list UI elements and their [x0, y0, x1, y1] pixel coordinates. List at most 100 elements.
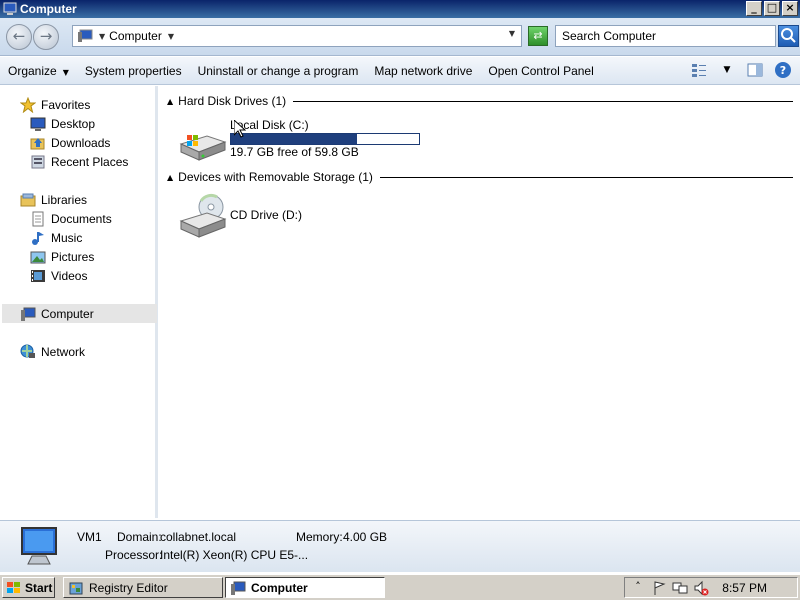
nav-music-label: Music	[51, 230, 83, 245]
breadcrumb-computer[interactable]: Computer	[109, 29, 162, 43]
computer-icon	[20, 306, 36, 322]
chevron-down-icon: ▼	[62, 67, 69, 77]
drive-d-item[interactable]: CD Drive (D:)	[171, 191, 371, 241]
group-divider	[293, 100, 793, 102]
nav-videos-label: Videos	[51, 268, 88, 283]
svg-text:?: ?	[780, 64, 786, 77]
mouse-cursor-icon	[234, 120, 246, 138]
taskbar-registry-editor-label: Registry Editor	[89, 580, 168, 595]
group-hard-disk-drives[interactable]: ▲ Hard Disk Drives (1)	[167, 93, 799, 109]
taskbar-computer[interactable]: Computer	[225, 577, 385, 598]
drive-d-label: CD Drive (D:)	[230, 208, 302, 222]
nav-libraries-label: Libraries	[41, 192, 88, 207]
address-row: ← → ▼ Computer ▼ ▼ ⇄ Search Computer	[0, 18, 800, 56]
show-hidden-icons-icon[interactable]: ˄	[630, 580, 646, 596]
downloads-folder-icon	[30, 135, 46, 151]
registry-editor-icon	[69, 582, 83, 594]
window-title: Computer	[20, 2, 77, 16]
pictures-icon	[30, 249, 46, 265]
libraries-icon	[20, 192, 36, 208]
breadcrumb-arrow-icon[interactable]: ▼	[99, 32, 105, 41]
nav-desktop-label: Desktop	[51, 116, 96, 131]
memory-label: Memory:	[296, 530, 343, 544]
drive-c-usage-fill	[231, 134, 357, 144]
nav-recent-places-label: Recent Places	[51, 154, 129, 169]
drive-c-item[interactable]: Local Disk (C:) 19.7 GB free of 59.8 GB	[171, 116, 441, 161]
computer-name: VM1	[77, 530, 102, 544]
window-title-bar[interactable]: Computer _ □ ×	[0, 0, 800, 18]
organize-label: Organize	[8, 63, 57, 78]
start-label: Start	[25, 580, 53, 595]
drive-c-free-space: 19.7 GB free of 59.8 GB	[230, 145, 359, 159]
minimize-button[interactable]: _	[746, 1, 762, 16]
search-icon[interactable]	[778, 25, 799, 47]
nav-network[interactable]: Network	[20, 342, 175, 361]
desktop-icon	[30, 116, 46, 132]
nav-documents-label: Documents	[51, 211, 112, 226]
collapse-icon[interactable]: ▲	[167, 173, 173, 182]
recent-places-icon	[30, 154, 46, 170]
documents-icon	[30, 211, 46, 227]
back-button[interactable]: ←	[6, 24, 32, 50]
processor-label: Processor:	[105, 548, 163, 562]
volume-muted-icon[interactable]	[693, 580, 709, 596]
close-button[interactable]: ×	[782, 1, 798, 16]
nav-favorites[interactable]: Favorites	[19, 95, 175, 114]
music-icon	[30, 230, 46, 246]
nav-computer[interactable]: Computer	[2, 304, 157, 323]
network-tray-icon[interactable]	[672, 580, 688, 596]
nav-pictures-label: Pictures	[51, 249, 95, 264]
nav-computer-label: Computer	[41, 306, 94, 321]
action-center-flag-icon[interactable]	[651, 580, 667, 596]
nav-network-label: Network	[41, 344, 86, 359]
collapse-icon[interactable]: ▲	[167, 97, 173, 106]
taskbar-computer-label: Computer	[251, 580, 308, 595]
computer-icon	[77, 29, 93, 43]
breadcrumb-chevron-icon[interactable]: ▼	[168, 32, 174, 41]
address-dropdown-icon[interactable]: ▼	[509, 29, 515, 38]
command-bar: Organize ▼ System properties Uninstall or…	[0, 57, 800, 85]
system-properties-button[interactable]: System properties	[77, 57, 190, 85]
help-icon[interactable]: ?	[774, 61, 792, 79]
content-pane: ▲ Hard Disk Drives (1) Local Disk (C:) 1…	[161, 86, 800, 518]
group-hard-disk-drives-label: Hard Disk Drives (1)	[178, 94, 287, 108]
chevron-down-icon[interactable]: ▼	[718, 61, 736, 79]
address-bar[interactable]: ▼ Computer ▼ ▼	[72, 25, 522, 47]
preview-pane-icon[interactable]	[746, 61, 764, 79]
computer-icon	[3, 2, 17, 16]
drive-c-usage-bar	[230, 133, 420, 145]
start-button[interactable]: Start	[2, 577, 55, 598]
network-icon	[20, 344, 36, 360]
open-control-panel-button[interactable]: Open Control Panel	[480, 57, 601, 85]
uninstall-program-button[interactable]: Uninstall or change a program	[190, 57, 367, 85]
computer-icon	[16, 526, 62, 568]
nav-libraries[interactable]: Libraries	[20, 190, 175, 209]
windows-logo-icon	[7, 581, 20, 593]
search-input[interactable]: Search Computer	[555, 25, 776, 47]
refresh-button[interactable]: ⇄	[528, 26, 548, 46]
nav-downloads-label: Downloads	[51, 135, 111, 150]
domain-label: Domain:	[117, 530, 162, 544]
taskbar-registry-editor[interactable]: Registry Editor	[63, 577, 223, 598]
videos-icon	[30, 268, 46, 284]
hard-drive-icon	[177, 122, 227, 167]
maximize-button[interactable]: □	[764, 1, 780, 16]
view-options-icon[interactable]	[690, 61, 708, 79]
taskbar: Start Registry Editor Computer ˄ 8:57 PM	[0, 574, 800, 600]
forward-button[interactable]: →	[33, 24, 59, 50]
details-pane: VM1 Domain: collabnet.local Memory: 4.00…	[0, 520, 800, 572]
organize-menu[interactable]: Organize ▼	[0, 57, 77, 85]
map-network-drive-button[interactable]: Map network drive	[366, 57, 480, 85]
system-tray: ˄ 8:57 PM	[624, 577, 798, 598]
clock[interactable]: 8:57 PM	[722, 581, 767, 595]
processor-value: Intel(R) Xeon(R) CPU E5-...	[160, 548, 309, 562]
navigation-pane: Favorites Desktop Downloads Recent Place…	[0, 86, 158, 518]
star-icon	[19, 96, 37, 113]
nav-favorites-label: Favorites	[41, 97, 91, 112]
memory-value: 4.00 GB	[343, 530, 388, 544]
computer-icon	[231, 581, 246, 595]
group-divider	[379, 176, 793, 178]
group-removable-storage[interactable]: ▲ Devices with Removable Storage (1)	[167, 169, 799, 185]
cd-drive-icon	[177, 193, 227, 238]
domain-value: collabnet.local	[160, 530, 237, 544]
